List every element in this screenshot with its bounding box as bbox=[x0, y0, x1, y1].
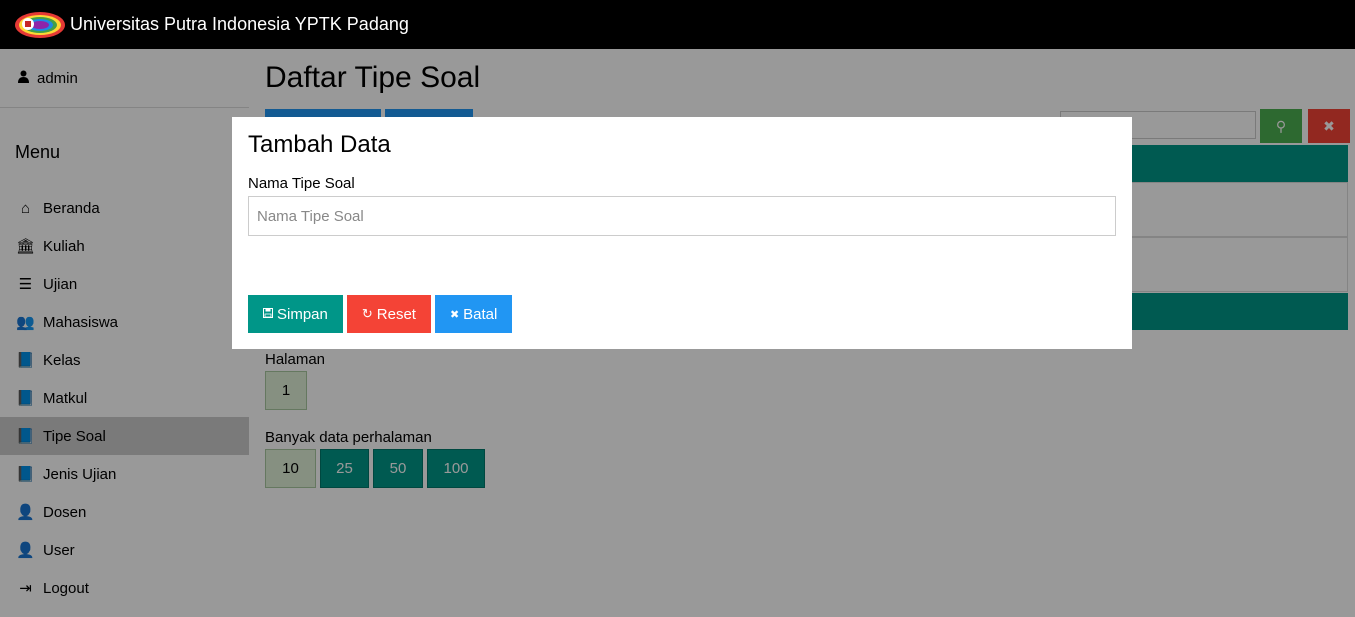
top-navbar: Universitas Putra Indonesia YPTK Padang bbox=[0, 0, 1355, 49]
field-label: Nama Tipe Soal bbox=[248, 175, 355, 192]
reset-label: Reset bbox=[376, 305, 416, 323]
university-logo bbox=[14, 10, 66, 40]
cancel-label: Batal bbox=[463, 305, 498, 323]
refresh-icon: ↻ bbox=[361, 306, 373, 321]
save-label: Simpan bbox=[277, 305, 328, 323]
add-data-modal: Tambah Data Nama Tipe Soal Simpan ↻ Rese… bbox=[232, 117, 1132, 349]
save-button[interactable]: Simpan bbox=[248, 295, 343, 333]
reset-button[interactable]: ↻ Reset bbox=[346, 295, 431, 333]
close-icon: ✖ bbox=[449, 308, 460, 321]
tipe-soal-name-input[interactable] bbox=[248, 196, 1116, 236]
cancel-button[interactable]: ✖ Batal bbox=[434, 295, 513, 333]
modal-actions: Simpan ↻ Reset ✖ Batal bbox=[248, 295, 513, 333]
floppy-disk-icon bbox=[263, 307, 273, 321]
modal-title: Tambah Data bbox=[248, 131, 391, 158]
brand-title[interactable]: Universitas Putra Indonesia YPTK Padang bbox=[70, 14, 409, 35]
